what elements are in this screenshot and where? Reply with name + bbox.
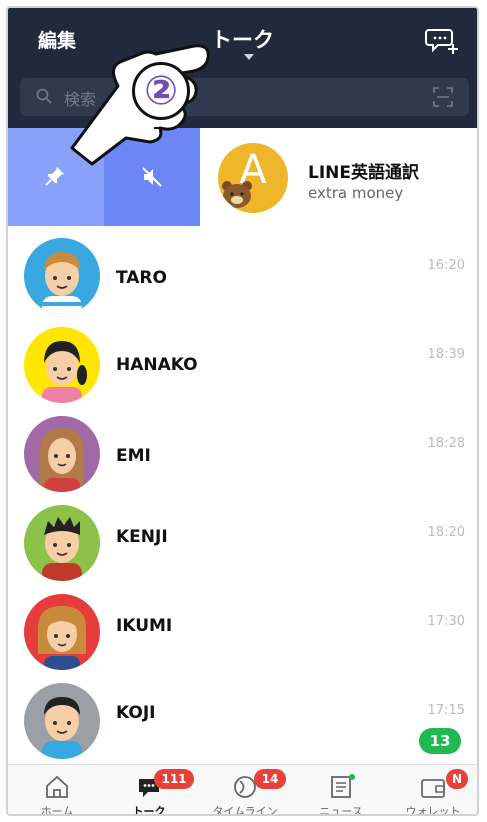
pin-icon bbox=[45, 167, 64, 186]
tab-badge: 111 bbox=[154, 769, 194, 789]
chat-name: KOJI bbox=[116, 703, 156, 723]
tab-label: ニュース bbox=[319, 805, 363, 816]
chat-row-kenji[interactable]: KENJI 18:20 bbox=[8, 497, 477, 586]
chat-row-emi[interactable]: EMI 18:28 bbox=[8, 408, 477, 497]
avatar bbox=[24, 683, 100, 759]
mute-icon bbox=[142, 167, 162, 187]
chat-preview: extra money bbox=[308, 184, 404, 202]
tab-news[interactable]: ニュース bbox=[296, 765, 386, 816]
pinned-chat-row[interactable]: A LINE英語通訳 extra money bbox=[200, 128, 477, 226]
chat-time: 16:20 bbox=[427, 258, 465, 273]
avatar: A bbox=[218, 143, 288, 213]
tab-bar: ホーム 111 トーク 14 タイムライン ニュース N ウォレット bbox=[8, 764, 477, 816]
chat-name: EMI bbox=[116, 446, 151, 466]
step-number-marker: ② bbox=[132, 62, 190, 120]
tab-wallet[interactable]: N ウォレット bbox=[388, 765, 477, 816]
tab-talk[interactable]: 111 トーク bbox=[104, 765, 194, 816]
chat-time: 18:20 bbox=[427, 525, 465, 540]
tab-label: タイムライン bbox=[212, 805, 278, 816]
tab-label: ホーム bbox=[40, 805, 74, 816]
chat-time: 18:39 bbox=[427, 347, 465, 362]
tab-badge: 14 bbox=[254, 769, 286, 789]
chat-time: 17:15 bbox=[427, 703, 465, 718]
phone-screen: 編集 トーク 検索 A LINE英語通訳 extra money TARO 16… bbox=[6, 6, 479, 816]
news-icon bbox=[331, 774, 355, 798]
chat-name: HANAKO bbox=[116, 355, 198, 375]
avatar bbox=[24, 238, 100, 314]
chat-name: IKUMI bbox=[116, 616, 173, 636]
tab-label: ウォレット bbox=[405, 805, 461, 816]
chat-name: TARO bbox=[116, 268, 167, 288]
avatar bbox=[24, 327, 100, 403]
tab-label: トーク bbox=[132, 805, 166, 816]
chat-row-taro[interactable]: TARO 16:20 bbox=[8, 230, 477, 319]
tab-timeline[interactable]: 14 タイムライン bbox=[200, 765, 290, 816]
tab-home[interactable]: ホーム bbox=[12, 765, 102, 816]
avatar bbox=[24, 416, 100, 492]
tab-badge: N bbox=[446, 769, 468, 789]
chat-name: KENJI bbox=[116, 527, 168, 547]
wallet-icon bbox=[421, 779, 445, 798]
chevron-down-icon bbox=[244, 54, 254, 60]
chat-row-koji[interactable]: KOJI 17:15 bbox=[8, 675, 477, 764]
scan-icon[interactable] bbox=[433, 87, 453, 107]
unread-badge: 13 bbox=[419, 728, 461, 754]
avatar bbox=[24, 594, 100, 670]
bear-icon bbox=[222, 181, 252, 208]
home-icon bbox=[46, 775, 68, 798]
chat-name: LINE英語通訳 bbox=[308, 163, 419, 183]
chat-time: 17:30 bbox=[427, 614, 465, 629]
chat-row-ikumi[interactable]: IKUMI 17:30 bbox=[8, 586, 477, 675]
chat-row-hanako[interactable]: HANAKO 18:39 bbox=[8, 319, 477, 408]
new-chat-icon[interactable] bbox=[425, 26, 459, 56]
chat-time: 18:28 bbox=[427, 436, 465, 451]
avatar bbox=[24, 505, 100, 581]
